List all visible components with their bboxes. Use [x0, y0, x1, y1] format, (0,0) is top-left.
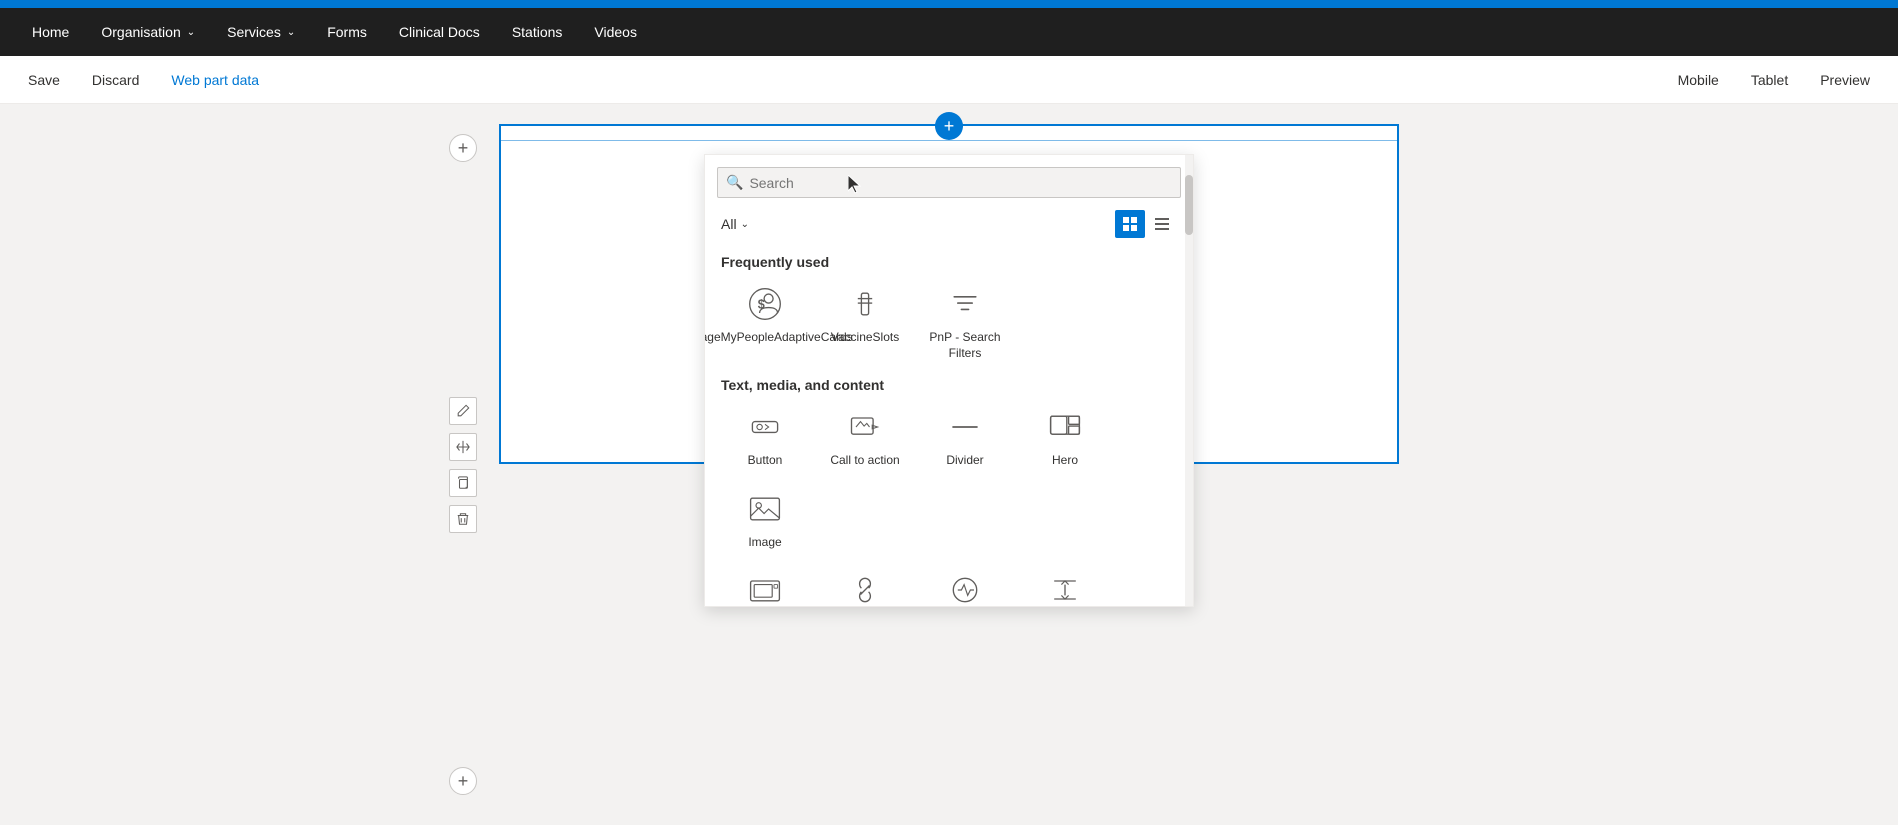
text-media-grid: Button Call to action: [705, 399, 1193, 558]
frequently-used-label: Frequently used: [705, 246, 1193, 276]
webpart-image[interactable]: Image: [717, 481, 813, 559]
embed-icon: [745, 570, 785, 606]
services-chevron-icon: ⌄: [287, 27, 295, 38]
hero-icon: [1045, 407, 1085, 447]
webpart-embed[interactable]: Embed: [717, 562, 813, 606]
webpart-vaccineslots[interactable]: VaccineSlots: [817, 276, 913, 369]
list-view-button[interactable]: [1147, 210, 1177, 238]
nav-stations[interactable]: Stations: [500, 8, 575, 56]
search-box: 🔍: [717, 167, 1181, 198]
link-icon: [845, 570, 885, 606]
add-section-bottom[interactable]: +: [449, 767, 477, 795]
button-label: Button: [748, 453, 783, 469]
webpart-pnp-search-filters[interactable]: PnP - Search Filters: [917, 276, 1013, 369]
section-icons: [449, 397, 477, 533]
webpart-hero[interactable]: Hero: [1017, 399, 1113, 477]
managemypeople-icon: $: [745, 284, 785, 324]
button-icon: [745, 407, 785, 447]
top-bar: [0, 0, 1898, 8]
add-section-bottom-icon: +: [458, 771, 469, 792]
spacer-icon: [1045, 570, 1085, 606]
section-divider-line: [501, 140, 1397, 141]
webpart-picker-panel: 🔍 All ⌄: [704, 154, 1194, 607]
edit-toolbar-right: Mobile Tablet Preview: [1670, 68, 1878, 92]
add-webpart-button[interactable]: +: [935, 112, 963, 140]
filter-row: All ⌄: [705, 206, 1193, 246]
main-content: +: [0, 104, 1898, 825]
nav-clinical-docs[interactable]: Clinical Docs: [387, 8, 492, 56]
discard-button[interactable]: Discard: [84, 68, 147, 92]
image-icon: [745, 489, 785, 529]
copy-section-icon[interactable]: [449, 469, 477, 497]
divider-label: Divider: [946, 453, 983, 469]
add-webpart-icon: +: [944, 116, 955, 137]
webpart-managemypeopleadaptivecards[interactable]: $ ManageMyPeopleAdaptiveCards: [717, 276, 813, 369]
vaccineslots-label: VaccineSlots: [831, 330, 899, 346]
tablet-button[interactable]: Tablet: [1743, 68, 1796, 92]
add-section-top-icon: +: [458, 138, 469, 159]
webpart-site-activity[interactable]: Site Activity: [917, 562, 1013, 606]
search-input[interactable]: [749, 175, 1172, 191]
preview-button[interactable]: Preview: [1812, 68, 1878, 92]
nav-services[interactable]: Services ⌄: [215, 8, 307, 56]
vaccine-icon: [845, 284, 885, 324]
call-to-action-label: Call to action: [830, 453, 899, 469]
filter-all-dropdown[interactable]: All ⌄: [721, 216, 749, 232]
webpart-call-to-action[interactable]: Call to action: [817, 399, 913, 477]
webpart-divider[interactable]: Divider: [917, 399, 1013, 477]
divider-icon: [945, 407, 985, 447]
nav-organisation[interactable]: Organisation ⌄: [89, 8, 207, 56]
pnp-filter-icon: [945, 284, 985, 324]
pnp-filter-label: PnP - Search Filters: [921, 330, 1009, 361]
frequently-used-grid: $ ManageMyPeopleAdaptiveCards: [705, 276, 1193, 369]
nav-home[interactable]: Home: [20, 8, 81, 56]
panel-scroll-area[interactable]: Frequently used $: [705, 246, 1193, 606]
nav-forms[interactable]: Forms: [315, 8, 379, 56]
webpart-link[interactable]: Link: [817, 562, 913, 606]
view-toggle-buttons: [1115, 210, 1177, 238]
webpart-button[interactable]: Button: [717, 399, 813, 477]
grid-view-button[interactable]: [1115, 210, 1145, 238]
delete-section-icon[interactable]: [449, 505, 477, 533]
move-section-icon[interactable]: [449, 433, 477, 461]
site-activity-icon: [945, 570, 985, 606]
image-label: Image: [748, 535, 781, 551]
edit-toolbar-left: Save Discard Web part data: [20, 68, 267, 92]
page-canvas: +: [499, 124, 1399, 805]
edit-section-icon[interactable]: [449, 397, 477, 425]
text-media-content-label: Text, media, and content: [705, 369, 1193, 399]
add-section-top[interactable]: +: [449, 134, 477, 162]
mobile-button[interactable]: Mobile: [1670, 68, 1727, 92]
scrollbar-track[interactable]: [1185, 155, 1193, 606]
nav-videos[interactable]: Videos: [582, 8, 649, 56]
hero-label: Hero: [1052, 453, 1078, 469]
organisation-chevron-icon: ⌄: [187, 27, 195, 38]
webpart-spacer[interactable]: Spacer: [1017, 562, 1113, 606]
web-part-data-button[interactable]: Web part data: [163, 68, 267, 92]
edit-toolbar: Save Discard Web part data Mobile Tablet…: [0, 56, 1898, 104]
search-icon: 🔍: [726, 174, 743, 191]
save-button[interactable]: Save: [20, 68, 68, 92]
bottom-row-grid: Embed Link: [705, 562, 1193, 606]
section-container: + 🔍 All ⌄: [499, 124, 1399, 464]
filter-chevron-icon: ⌄: [741, 219, 749, 230]
nav-bar: Home Organisation ⌄ Services ⌄ Forms Cli…: [0, 8, 1898, 56]
call-to-action-icon: [845, 407, 885, 447]
scrollbar-thumb[interactable]: [1185, 175, 1193, 235]
